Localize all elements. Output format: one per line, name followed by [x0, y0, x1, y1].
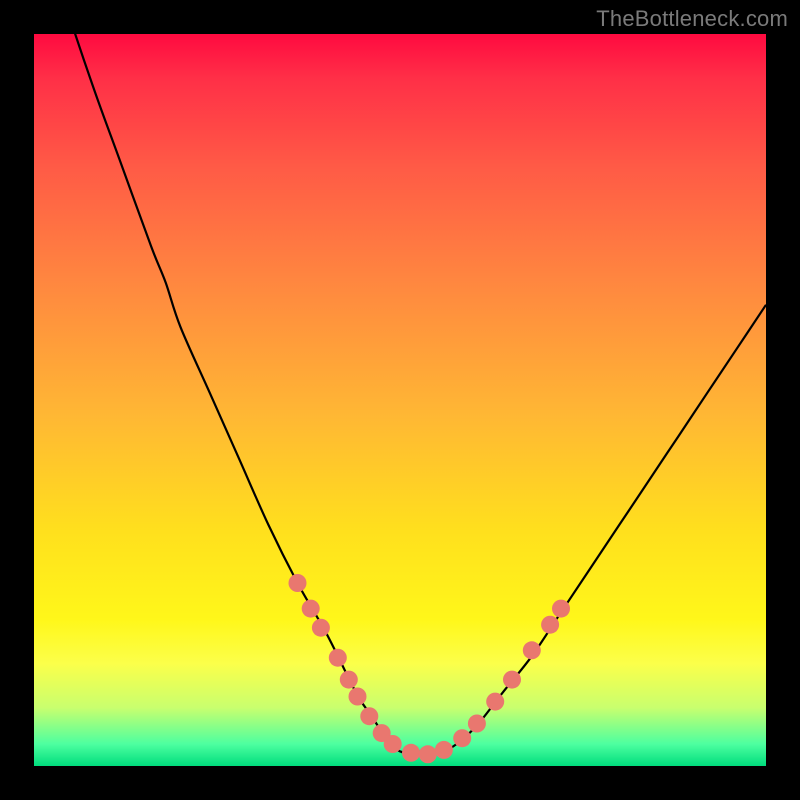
marker-dot	[302, 600, 320, 618]
marker-dot	[453, 729, 471, 747]
bottleneck-curve-path	[34, 34, 766, 753]
marker-dot	[360, 707, 378, 725]
chart-frame: TheBottleneck.com	[0, 0, 800, 800]
marker-dot	[340, 671, 358, 689]
marker-dot	[552, 600, 570, 618]
chart-svg	[34, 34, 766, 766]
marker-dot	[384, 735, 402, 753]
marker-dot	[289, 574, 307, 592]
marker-dot	[349, 688, 367, 706]
marker-dot	[468, 715, 486, 733]
marker-dot	[486, 693, 504, 711]
plot-area	[34, 34, 766, 766]
marker-dot	[312, 619, 330, 637]
marker-dot	[435, 741, 453, 759]
marker-dot	[523, 641, 541, 659]
watermark-text: TheBottleneck.com	[596, 6, 788, 32]
marker-dot	[541, 616, 559, 634]
marker-dot	[402, 744, 420, 762]
marker-dot	[329, 649, 347, 667]
marker-group	[289, 574, 571, 763]
marker-dot	[503, 671, 521, 689]
marker-dot	[419, 745, 437, 763]
